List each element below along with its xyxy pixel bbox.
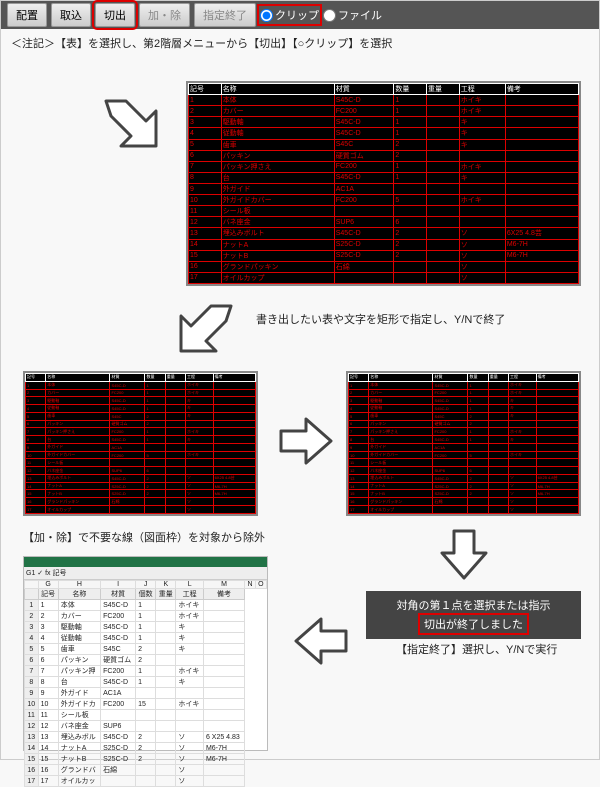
radio-clip-label: クリップ <box>275 7 319 23</box>
cad-table-main: 記号名称材質数量重量工程備考1本体S45C-D1ホイキ2カバーFC2001ホイキ… <box>186 81 581 286</box>
radio-file-input[interactable] <box>323 9 336 22</box>
step-3-text: 【加・除】で不要な線（図面枠）を対象から除外 <box>23 529 265 545</box>
radio-clip[interactable]: クリップ <box>260 7 319 23</box>
radio-file[interactable]: ファイル <box>323 7 382 23</box>
arrow-4 <box>439 526 489 581</box>
step-2-text: 書き出したい表や文字を矩形で指定し、Y/Nで終了 <box>256 311 505 327</box>
excel-window: G1 ✓ fx 記号GHIJKLMNO記号名称材質個数重量工程備考11本体S45… <box>23 556 268 751</box>
step-4-text: 【指定終了】選択し、Y/Nで実行 <box>396 641 557 657</box>
radio-clip-input[interactable] <box>260 9 273 22</box>
cad-table-right: 記号名称材質数量重量工程備考1本体S45C-D1ホイキ2カバーFC2001ホイキ… <box>346 371 581 516</box>
arrow-5 <box>291 616 351 666</box>
btn-shitei-shuryo[interactable]: 指定終了 <box>194 3 256 27</box>
arrow-3 <box>276 416 336 466</box>
cad-table-left: 記号名称材質数量重量工程備考1本体S45C-D1ホイキ2カバーFC2001ホイキ… <box>23 371 258 516</box>
arrow-2 <box>171 296 241 366</box>
caption-1: ＜注記＞【表】を選択し、第2階層メニューから【切出】【○クリップ】を選択 <box>11 35 589 51</box>
toolbar: 配置 取込 切出 加・除 指定終了 クリップ ファイル <box>1 1 599 29</box>
radio-file-label: ファイル <box>338 7 382 23</box>
btn-kiridashi[interactable]: 切出 <box>95 3 135 27</box>
arrow-1 <box>96 91 166 161</box>
btn-torikomi[interactable]: 取込 <box>51 3 91 27</box>
btn-kajo[interactable]: 加・除 <box>139 3 190 27</box>
message-line-1: 対角の第１点を選択または指示 <box>374 597 573 613</box>
btn-haichi[interactable]: 配置 <box>7 3 47 27</box>
message-line-2: 切出が終了しました <box>420 615 527 633</box>
message-box: 対角の第１点を選択または指示 切出が終了しました <box>366 591 581 639</box>
